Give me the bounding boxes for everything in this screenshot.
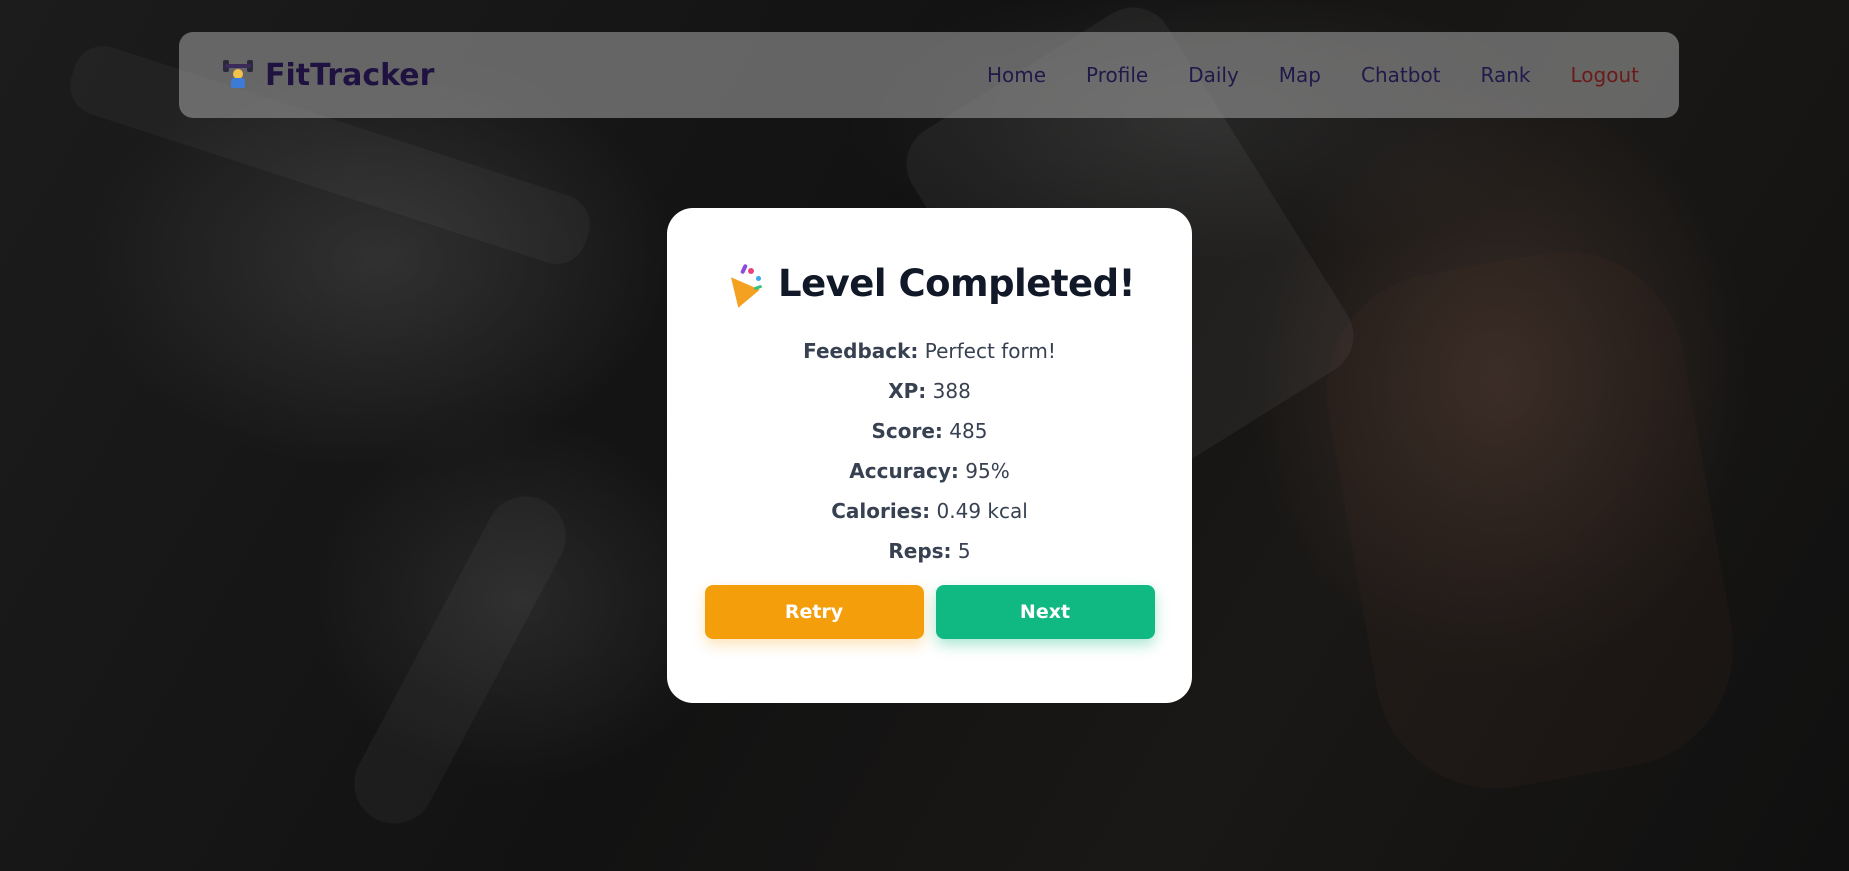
- next-button[interactable]: Next: [935, 585, 1155, 639]
- nav-link-logout[interactable]: Logout: [1571, 63, 1639, 87]
- stat-value: Perfect form!: [924, 339, 1056, 363]
- stat-label: Feedback:: [803, 339, 919, 363]
- stat-label: XP:: [888, 379, 927, 403]
- brand-logo[interactable]: FitTracker: [223, 58, 434, 93]
- nav-links: Home Profile Daily Map Chatbot Rank Logo…: [987, 63, 1639, 87]
- level-complete-modal: Level Completed! Feedback: Perfect form!…: [667, 208, 1192, 703]
- nav-link-rank[interactable]: Rank: [1481, 63, 1531, 87]
- weightlifter-icon: [223, 60, 253, 90]
- modal-actions: Retry Next: [704, 585, 1155, 639]
- brand-name: FitTracker: [265, 57, 435, 93]
- stat-xp: XP: 388: [888, 371, 971, 411]
- stat-calories: Calories: 0.49 kcal: [831, 491, 1028, 531]
- stat-value: 95%: [965, 459, 1010, 483]
- stat-label: Score:: [871, 419, 943, 443]
- nav-link-home[interactable]: Home: [987, 63, 1046, 87]
- modal-title: Level Completed!: [778, 262, 1135, 305]
- stat-feedback: Feedback: Perfect form!: [803, 331, 1056, 371]
- stat-label: Reps:: [888, 539, 952, 563]
- stat-value: 388: [932, 379, 971, 403]
- stat-value: 485: [949, 419, 988, 443]
- stat-reps: Reps: 5: [888, 531, 970, 571]
- nav-link-map[interactable]: Map: [1279, 63, 1321, 87]
- retry-button[interactable]: Retry: [704, 585, 924, 639]
- nav-link-profile[interactable]: Profile: [1086, 63, 1148, 87]
- stat-score: Score: 485: [872, 411, 988, 451]
- party-popper-icon: [720, 263, 764, 308]
- stat-value: 0.49 kcal: [936, 499, 1028, 523]
- modal-header: Level Completed!: [720, 262, 1135, 308]
- stat-label: Accuracy:: [849, 459, 959, 483]
- nav-link-daily[interactable]: Daily: [1188, 63, 1239, 87]
- top-navbar: FitTracker Home Profile Daily Map Chatbo…: [179, 32, 1679, 118]
- nav-link-chatbot[interactable]: Chatbot: [1361, 63, 1441, 87]
- stat-accuracy: Accuracy: 95%: [849, 451, 1010, 491]
- stat-value: 5: [957, 539, 971, 563]
- stat-label: Calories:: [831, 499, 931, 523]
